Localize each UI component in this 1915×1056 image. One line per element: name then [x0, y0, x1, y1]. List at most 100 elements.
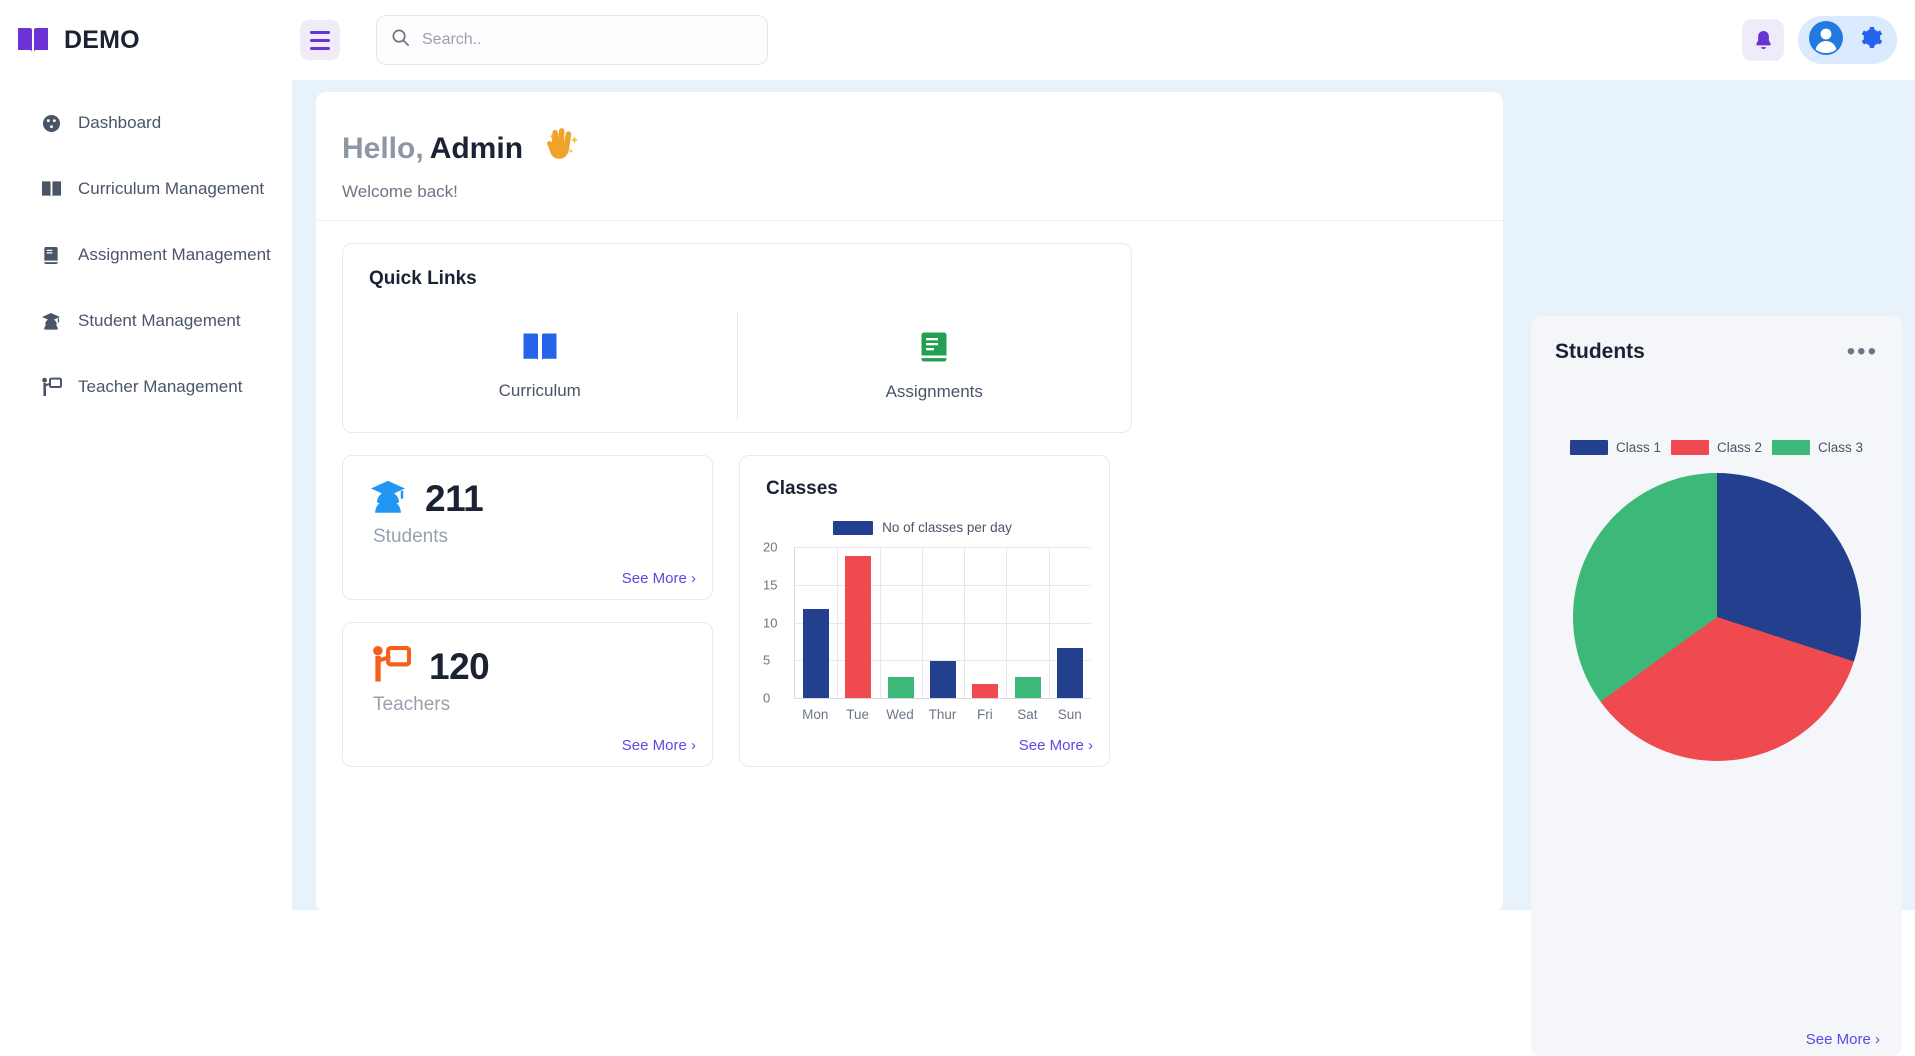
see-more-link[interactable]: See More › — [1806, 1031, 1880, 1048]
classes-chart-card: Classes No of classes per day 0 5 10 15 20 M… — [739, 455, 1110, 767]
bar[interactable] — [929, 661, 956, 698]
bar-slot — [1049, 547, 1091, 698]
bar[interactable] — [803, 608, 830, 698]
teacher-board-icon — [40, 377, 62, 397]
bar-slot — [837, 547, 879, 698]
x-axis-tick: Fri — [977, 707, 993, 722]
main-content: Hello, Admin Welcome back! Quick Links C… — [292, 80, 1915, 1056]
bar-slot — [880, 547, 922, 698]
search-input[interactable] — [422, 31, 753, 49]
legend-swatch — [1772, 440, 1810, 455]
header-actions — [1742, 16, 1915, 64]
gear-icon[interactable] — [1858, 25, 1883, 55]
sidebar: Dashboard Curriculum Management Assignme… — [0, 80, 292, 910]
legend-swatch — [1569, 440, 1608, 455]
y-axis-tick: 15 — [763, 577, 778, 593]
stats-column: 211 Students See More › 120 Teachers See… — [342, 455, 713, 767]
more-options-icon[interactable]: ••• — [1847, 340, 1878, 364]
bar[interactable] — [887, 676, 914, 698]
y-axis-tick: 10 — [763, 615, 778, 630]
bar-slot — [795, 547, 837, 698]
bar-chart-x-axis: Mon Tue Wed Thur Fri Sat Sun — [794, 707, 1091, 722]
quick-link-label: Assignments — [885, 381, 983, 401]
left-column: Quick Links Curriculum Assignments 211 S… — [342, 243, 1132, 767]
pie-legend-item[interactable]: Class 1 — [1569, 440, 1661, 455]
welcome-card: Hello, Admin Welcome back! — [316, 92, 1503, 221]
classes-title: Classes — [766, 478, 838, 499]
brand: DEMO — [0, 25, 300, 55]
quick-links-row: Curriculum Assignments — [343, 312, 1131, 420]
students-panel-header: Students ••• — [1531, 340, 1902, 364]
students-panel-title: Students — [1555, 340, 1645, 363]
x-axis-tick: Tue — [846, 707, 870, 722]
sidebar-item-curriculum-management[interactable]: Curriculum Management — [0, 168, 292, 210]
x-axis-tick: Thur — [928, 707, 957, 722]
pie-chart — [1572, 473, 1861, 761]
dashboard-gauge-icon — [40, 114, 62, 133]
quick-links-title: Quick Links — [369, 268, 477, 289]
top-header: DEMO — [0, 0, 1915, 80]
user-name: Admin — [429, 131, 524, 165]
search-icon — [391, 28, 410, 52]
search-bar[interactable] — [376, 15, 768, 65]
legend-swatch — [1670, 440, 1709, 455]
x-axis-tick: Sat — [1017, 707, 1038, 722]
x-axis-tick: Mon — [802, 707, 829, 722]
sidebar-item-label: Curriculum Management — [78, 179, 265, 198]
sidebar-item-student-management[interactable]: Student Management — [0, 300, 292, 342]
see-more-link[interactable]: See More › — [622, 570, 696, 587]
stat-label: Students — [373, 526, 448, 547]
stat-value: 120 — [429, 645, 490, 687]
sidebar-item-dashboard[interactable]: Dashboard — [0, 102, 292, 144]
x-axis-tick: Sun — [1057, 707, 1082, 722]
legend-label: Class 1 — [1615, 440, 1661, 455]
stat-label: Teachers — [373, 694, 451, 715]
quick-links-card: Quick Links Curriculum Assignments — [342, 243, 1132, 433]
quick-link-label: Curriculum — [498, 380, 581, 400]
notification-bell-icon[interactable] — [1742, 19, 1784, 61]
see-more-link[interactable]: See More › — [1019, 737, 1093, 754]
user-menu[interactable] — [1798, 16, 1897, 64]
bar-slot — [1006, 547, 1048, 698]
bar[interactable] — [972, 684, 999, 698]
pie-chart-legend: Class 1 Class 2 Class 3 — [1531, 440, 1902, 455]
sidebar-item-label: Teacher Management — [78, 377, 243, 396]
open-book-icon — [522, 332, 558, 367]
sidebar-item-label: Assignment Management — [78, 245, 271, 264]
bar[interactable] — [1056, 648, 1083, 698]
book-closed-icon — [920, 331, 948, 368]
sidebar-item-assignment-management[interactable]: Assignment Management — [0, 234, 292, 276]
bar[interactable] — [1014, 676, 1041, 698]
bar-series — [795, 547, 1091, 698]
bar-chart-plot: 0 5 10 15 20 — [763, 540, 1091, 706]
hamburger-menu-icon[interactable] — [300, 20, 340, 60]
see-more-link[interactable]: See More › — [622, 737, 696, 754]
book-closed-icon — [40, 246, 62, 265]
bar[interactable] — [845, 556, 872, 698]
graduate-cap-icon — [40, 312, 62, 331]
dashboard-panel: Hello, Admin Welcome back! Quick Links C… — [316, 92, 1503, 912]
user-avatar-icon[interactable] — [1808, 20, 1844, 61]
legend-swatch — [833, 520, 874, 535]
stats-row: 211 Students See More › 120 Teachers See… — [342, 455, 1132, 767]
welcome-heading: Hello, Admin — [342, 122, 1503, 175]
sidebar-item-label: Student Management — [78, 311, 241, 330]
dashboard-body: Quick Links Curriculum Assignments 211 S… — [316, 221, 1503, 767]
quick-link-assignments[interactable]: Assignments — [736, 312, 1132, 420]
sidebar-item-label: Dashboard — [78, 113, 162, 132]
quick-link-curriculum[interactable]: Curriculum — [343, 312, 737, 420]
legend-label: Class 3 — [1818, 440, 1864, 455]
hamburger-bar — [310, 46, 330, 50]
bar-slot — [964, 547, 1006, 698]
pie-legend-item[interactable]: Class 3 — [1772, 440, 1863, 455]
open-book-icon — [40, 180, 62, 198]
pie-legend-item[interactable]: Class 2 — [1670, 440, 1762, 455]
brand-name: DEMO — [64, 25, 140, 54]
stat-card-students: 211 Students See More › — [342, 455, 713, 600]
hamburger-bar — [310, 38, 330, 42]
x-axis-tick: Wed — [886, 707, 914, 722]
sidebar-item-teacher-management[interactable]: Teacher Management — [0, 366, 292, 408]
legend-label: No of classes per day — [882, 520, 1012, 535]
students-chart-panel: Students ••• Class 1 Class 2 Class 3 See M… — [1531, 316, 1902, 1056]
teacher-board-icon — [369, 645, 412, 688]
